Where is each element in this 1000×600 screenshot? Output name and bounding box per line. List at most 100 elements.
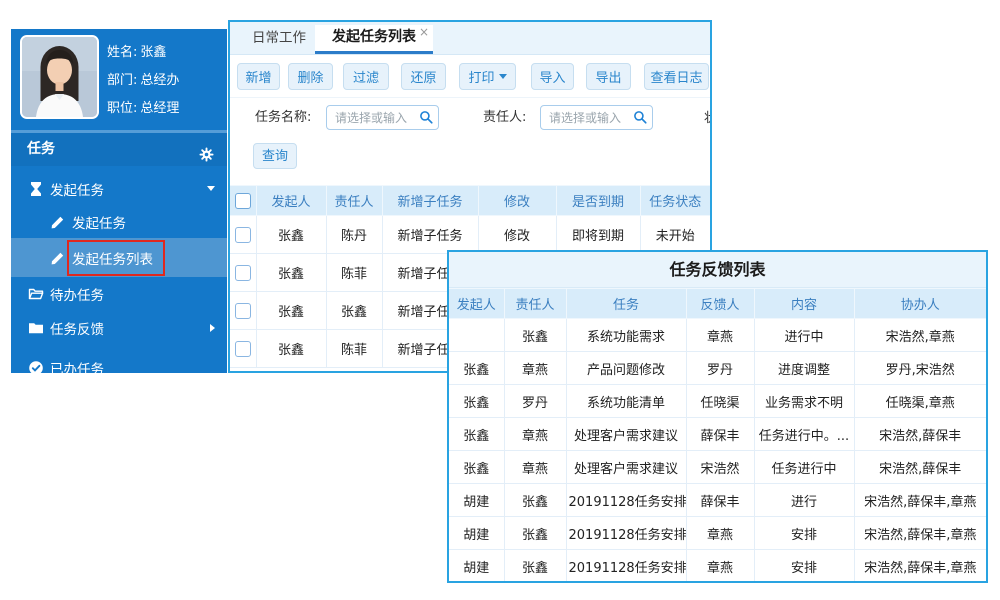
task-cell-add_subtask[interactable]: 新增子任务 [382,216,478,254]
print-dropdown-button[interactable]: 打印 [459,63,516,90]
feedback-cell-task[interactable]: 系统功能清单 [566,385,686,418]
row-checkbox[interactable] [235,341,251,357]
feedback-cell-task[interactable]: 20191128任务安排 [566,517,686,550]
tab-bar: 日常工作 发起任务列表 × [230,22,710,55]
feedback-cell-feedback-person[interactable]: 章燕 [686,550,754,583]
feedback-cell-feedback-person[interactable]: 薛保丰 [686,484,754,517]
export-button[interactable]: 导出 [586,63,631,90]
feedback-table-row: 张鑫章燕处理客户需求建议宋浩然任务进行中宋浩然,薛保丰 [449,451,986,484]
feedback-cell-initiator[interactable]: 胡建 [449,484,504,517]
feedback-cell-content: 进行 [754,484,854,517]
feedback-cell-owner[interactable]: 张鑫 [504,517,566,550]
feedback-cell-initiator[interactable]: 胡建 [449,517,504,550]
app-root: 姓名:张鑫 部门:总经办 职位:总经理 任务 发起任务 [0,0,1000,600]
task-cell-initiator[interactable]: 张鑫 [256,216,326,254]
task-name-label: 任务名称: [255,105,311,130]
checkbox-cell [230,330,256,368]
chevron-down-icon [499,74,507,79]
col-owner: 责任人 [504,289,566,319]
sidebar-section-tasks[interactable]: 任务 [11,133,227,166]
feedback-cell-feedback-person[interactable]: 章燕 [686,319,754,352]
feedback-cell-initiator[interactable]: 张鑫 [449,385,504,418]
feedback-cell-initiator[interactable]: 张鑫 [449,418,504,451]
row-checkbox[interactable] [235,227,251,243]
col-status: 任务状态 [640,186,710,216]
feedback-panel: 任务反馈列表 发起人 责任人 任务 反馈人 内容 协办人 张鑫系统功能需求章燕进… [447,250,988,583]
feedback-cell-initiator[interactable]: 张鑫 [449,352,504,385]
task-cell-owner[interactable]: 张鑫 [326,292,382,330]
feedback-cell-feedback-person[interactable]: 任晓渠 [686,385,754,418]
close-icon[interactable]: × [419,26,429,38]
import-button[interactable]: 导入 [531,63,574,90]
button-label: 导入 [539,67,565,86]
feedback-cell-feedback-person[interactable]: 章燕 [686,517,754,550]
task-cell-initiator[interactable]: 张鑫 [256,330,326,368]
filter-button[interactable]: 过滤 [343,63,389,90]
feedback-cell-task[interactable]: 20191128任务安排 [566,550,686,583]
task-cell-owner[interactable]: 陈丹 [326,216,382,254]
toolbar: 新增 删除 过滤 还原 打印 导入 导出 查看日志 [230,58,710,98]
feedback-table-row: 胡建张鑫20191128任务安排章燕安排宋浩然,薛保丰,章燕 [449,517,986,550]
sidebar-item-label: 发起任务 [11,179,104,199]
owner-label: 责任人: [483,105,526,130]
feedback-table-row: 胡建张鑫20191128任务安排章燕安排宋浩然,薛保丰,章燕 [449,550,986,583]
restore-button[interactable]: 还原 [401,63,446,90]
feedback-cell-task[interactable]: 产品问题修改 [566,352,686,385]
row-checkbox[interactable] [235,303,251,319]
tab-daily-work[interactable]: 日常工作 [242,22,316,54]
feedback-cell-task[interactable]: 20191128任务安排 [566,484,686,517]
feedback-cell-feedback-person[interactable]: 薛保丰 [686,418,754,451]
sidebar-item-todo-tasks[interactable]: 待办任务 [11,277,227,311]
sidebar-item-label: 待办任务 [11,284,104,304]
task-cell-initiator[interactable]: 张鑫 [256,292,326,330]
feedback-cell-owner[interactable]: 章燕 [504,352,566,385]
feedback-cell-owner[interactable]: 章燕 [504,418,566,451]
query-button[interactable]: 查询 [253,143,297,169]
search-icon[interactable] [419,110,434,125]
avatar [20,35,99,119]
tab-initiated-task-list[interactable]: 发起任务列表 × [315,25,433,54]
row-checkbox[interactable] [235,265,251,281]
feedback-cell-owner[interactable]: 张鑫 [504,484,566,517]
col-due: 是否到期 [556,186,640,216]
task-cell-owner[interactable]: 陈菲 [326,254,382,292]
feedback-cell-initiator[interactable]: 张鑫 [449,451,504,484]
feedback-cell-content: 进度调整 [754,352,854,385]
sidebar-item-label: 已办任务 [11,358,104,373]
folder-open-icon [28,286,44,302]
task-cell-modify[interactable]: 修改 [478,216,556,254]
feedback-cell-task[interactable]: 处理客户需求建议 [566,451,686,484]
position-label: 职位: [107,101,137,116]
feedback-cell-owner[interactable]: 张鑫 [504,319,566,352]
feedback-cell-owner[interactable]: 章燕 [504,451,566,484]
sidebar-item-initiate-task-group[interactable]: 发起任务 [11,172,227,205]
select-all-checkbox[interactable] [235,193,251,209]
task-cell-initiator[interactable]: 张鑫 [256,254,326,292]
feedback-cell-owner[interactable]: 张鑫 [504,550,566,583]
add-button[interactable]: 新增 [237,63,280,90]
sidebar-item-initiate-task[interactable]: 发起任务 [11,205,227,238]
sidebar-item-label: 任务反馈 [11,318,104,338]
delete-button[interactable]: 删除 [288,63,333,90]
feedback-cell-feedback-person[interactable]: 罗丹 [686,352,754,385]
pencil-icon [50,214,66,230]
profile-name-line: 姓名:张鑫 [107,41,166,60]
sidebar-item-done-tasks[interactable]: 已办任务 [11,351,227,373]
view-log-button[interactable]: 查看日志 [644,63,709,90]
search-icon[interactable] [633,110,648,125]
sidebar-item-task-feedback[interactable]: 任务反馈 [11,311,227,345]
button-label: 新增 [245,67,271,86]
feedback-cell-initiator[interactable]: 胡建 [449,550,504,583]
feedback-cell-feedback-person[interactable]: 宋浩然 [686,451,754,484]
feedback-cell-task[interactable]: 处理客户需求建议 [566,418,686,451]
gear-icon[interactable] [199,142,214,157]
feedback-cell-owner[interactable]: 罗丹 [504,385,566,418]
task-cell-owner[interactable]: 陈菲 [326,330,382,368]
col-owner: 责任人 [326,186,382,216]
chevron-right-icon[interactable] [210,324,215,332]
name-value: 张鑫 [140,45,166,60]
profile-dept-line: 部门:总经办 [107,69,179,88]
chevron-down-icon[interactable] [207,186,215,191]
feedback-cell-task[interactable]: 系统功能需求 [566,319,686,352]
button-label: 打印 [468,67,494,86]
